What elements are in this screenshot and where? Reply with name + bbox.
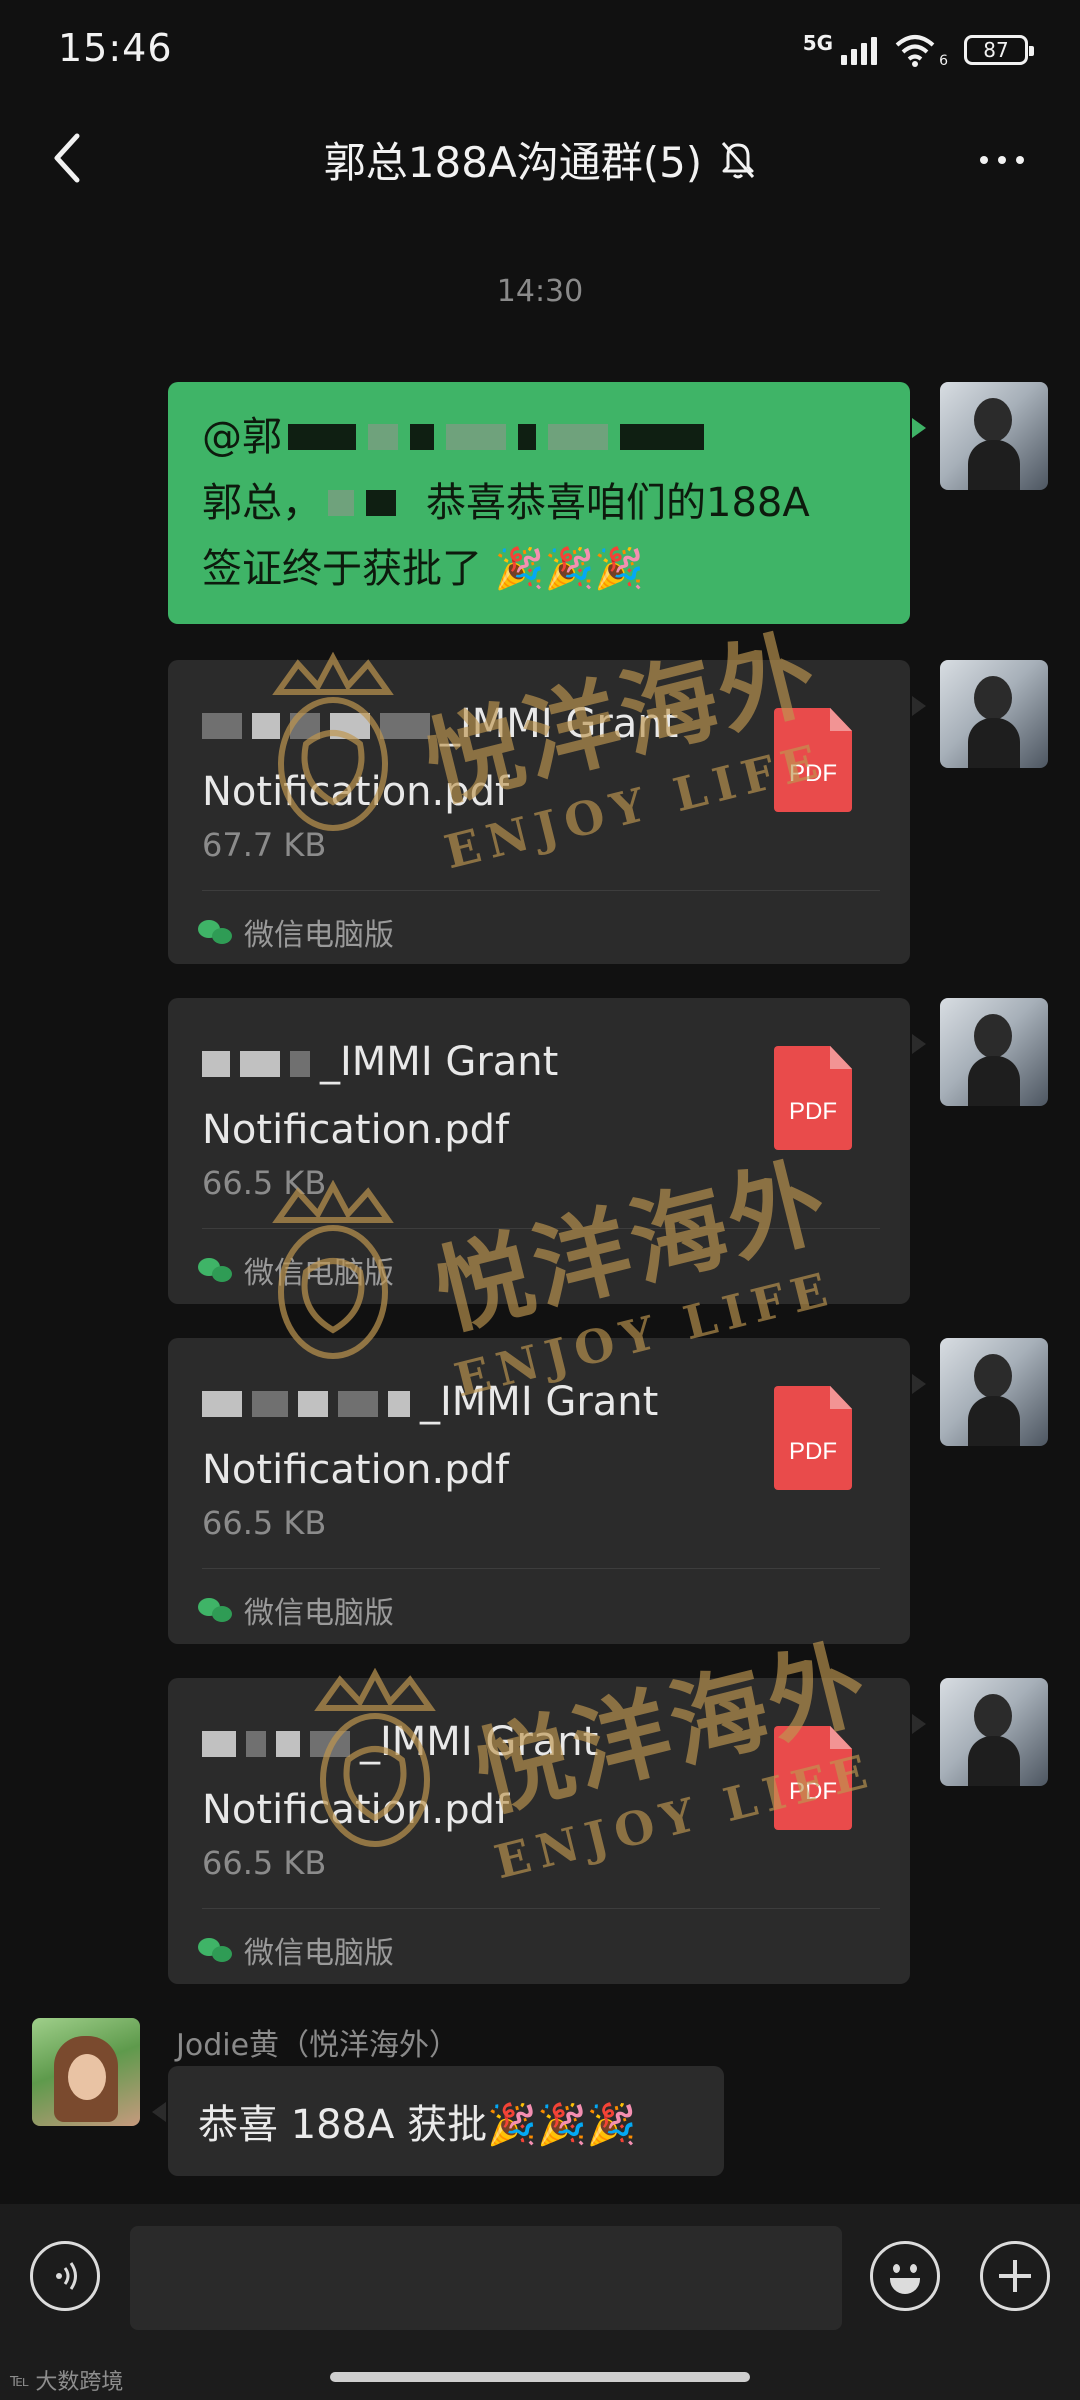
message-input[interactable] xyxy=(130,2226,842,2330)
file-message-card[interactable]: _IMMI Grant Notification.pdf 67.7 KB PDF… xyxy=(168,660,926,964)
file-source-label: 微信电脑版 xyxy=(244,918,394,953)
file-size: 66.5 KB xyxy=(202,1504,327,1542)
sender-name: Jodie黄（悦洋海外） xyxy=(176,2028,460,2063)
file-source-label: 微信电脑版 xyxy=(244,1596,394,1631)
file-message-card[interactable]: _IMMI Grant Notification.pdf 66.5 KB PDF… xyxy=(168,998,926,1304)
file-size: 66.5 KB xyxy=(202,1844,327,1882)
greeting-text: 郭总， xyxy=(202,480,322,526)
wechat-icon xyxy=(198,1256,232,1284)
avatar[interactable] xyxy=(940,1338,1048,1446)
file-source: 微信电脑版 xyxy=(198,1590,394,1631)
more-dots-icon xyxy=(980,156,988,164)
wechat-icon xyxy=(198,1596,232,1624)
more-button[interactable] xyxy=(972,140,1032,180)
battery-level: 87 xyxy=(983,38,1009,62)
voice-button[interactable] xyxy=(30,2241,100,2311)
divider xyxy=(202,1228,880,1229)
pdf-icon: PDF xyxy=(774,1046,852,1150)
wechat-icon xyxy=(198,1936,232,1964)
wechat-icon xyxy=(198,918,232,946)
avatar[interactable] xyxy=(940,660,1048,768)
message-bubble-text[interactable]: 恭喜 188A 获批🎉🎉🎉 xyxy=(152,2066,724,2176)
avatar[interactable] xyxy=(940,382,1048,490)
file-source-label: 微信电脑版 xyxy=(244,1936,394,1971)
chat-timestamp: 14:30 xyxy=(496,274,584,309)
home-indicator[interactable] xyxy=(330,2372,750,2382)
mention-text: @郭 xyxy=(202,414,282,460)
network-type: 5G xyxy=(802,31,834,55)
wifi-sub: 6 xyxy=(939,53,948,69)
pdf-icon: PDF xyxy=(774,1726,852,1830)
wifi-icon xyxy=(895,35,935,67)
approval-text: 签证终于获批了 🎉🎉🎉 xyxy=(202,546,645,592)
file-name: _IMMI Grant Notification.pdf xyxy=(202,701,679,815)
chat-title: 郭总188A沟通群(5) xyxy=(323,137,703,187)
file-source: 微信电脑版 xyxy=(198,1250,394,1291)
divider xyxy=(202,1908,880,1909)
avatar[interactable] xyxy=(32,2018,140,2126)
signal-icon xyxy=(841,35,878,65)
battery-icon: 87 xyxy=(964,35,1034,65)
file-source: 微信电脑版 xyxy=(198,912,394,953)
file-message-card[interactable]: _IMMI Grant Notification.pdf 66.5 KB PDF… xyxy=(168,1678,926,1984)
divider xyxy=(202,1568,880,1569)
avatar[interactable] xyxy=(940,1678,1048,1786)
plus-button[interactable] xyxy=(980,2241,1050,2311)
file-message-card[interactable]: _IMMI Grant Notification.pdf 66.5 KB PDF… xyxy=(168,1338,926,1644)
file-size: 66.5 KB xyxy=(202,1164,327,1202)
emoji-button[interactable] xyxy=(870,2241,940,2311)
mute-bell-icon xyxy=(722,142,755,179)
file-name: _IMMI Grant Notification.pdf xyxy=(202,1719,599,1833)
avatar[interactable] xyxy=(940,998,1048,1106)
file-name: _IMMI Grant Notification.pdf xyxy=(202,1039,559,1153)
voice-icon xyxy=(56,2262,77,2290)
pdf-icon: PDF xyxy=(774,1386,852,1490)
status-icons: 5G 6 87 xyxy=(802,28,1034,72)
file-source-label: 微信电脑版 xyxy=(244,1256,394,1291)
source-watermark: ℡ 大数跨境 xyxy=(10,2369,124,2396)
file-size: 67.7 KB xyxy=(202,826,327,864)
status-time: 15:46 xyxy=(58,26,173,70)
pdf-icon: PDF xyxy=(774,708,852,812)
file-source: 微信电脑版 xyxy=(198,1930,394,1971)
divider xyxy=(202,890,880,891)
congrats-text: 恭喜恭喜咱们的188A xyxy=(426,480,810,526)
chat-title-bar: 郭总188A沟通群(5) xyxy=(0,128,1080,190)
message-text: 恭喜 188A 获批🎉🎉🎉 xyxy=(198,2102,637,2148)
message-bubble-text[interactable]: @郭 郭总， 恭喜恭喜咱们的188A 签证终于获批了 🎉🎉🎉 xyxy=(168,382,926,624)
file-name: _IMMI Grant Notification.pdf xyxy=(202,1379,659,1493)
